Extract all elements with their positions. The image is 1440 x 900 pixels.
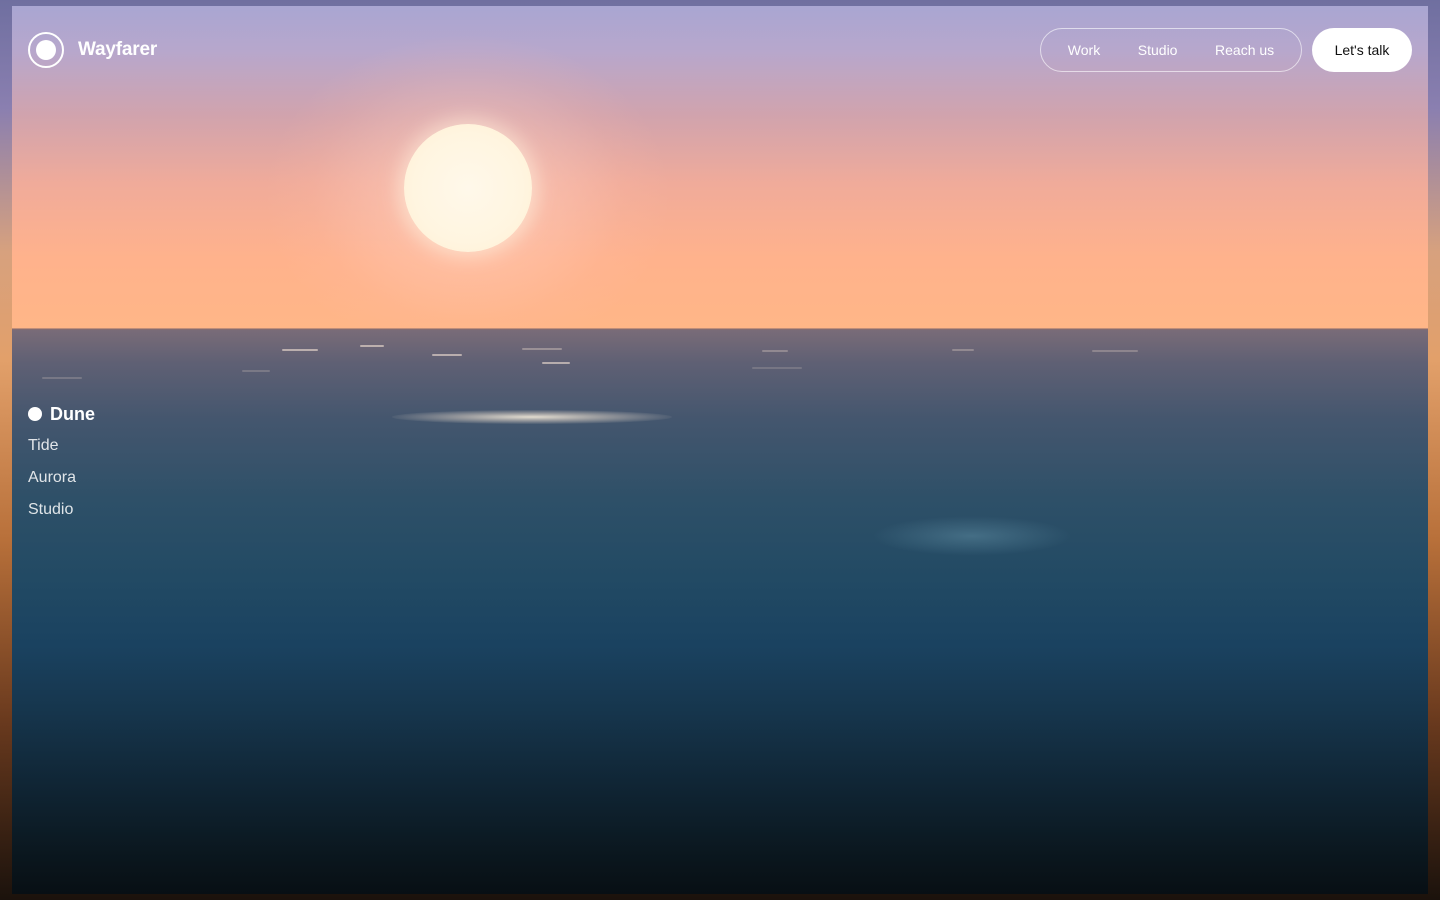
water-sparkle [522,348,562,350]
brand-logo-link[interactable]: Wayfarer [28,32,157,68]
section-item-label: Aurora [28,469,77,486]
nav-link-work[interactable]: Work [1068,42,1100,58]
brand-name: Wayfarer [78,39,158,60]
ocean [12,329,1428,894]
water-sparkle [42,377,82,379]
section-item-label: Tide [28,437,59,454]
ring-dot-logo-icon [28,32,64,68]
section-list: Dune Tide Aurora Studio [28,398,95,526]
water-sparkle [282,349,318,351]
water-sparkle [432,354,462,356]
section-item-studio[interactable]: Studio [28,494,95,526]
hero-frame: Wayfarer Work Studio Reach us Let's talk… [12,6,1428,894]
water-sparkle [1092,350,1138,352]
section-item-label: Dune [50,403,95,424]
active-indicator-dot [28,407,42,421]
section-item-tide[interactable]: Tide [28,430,95,462]
sun-reflection [392,410,672,424]
section-item-dune[interactable]: Dune [28,398,95,430]
horizon-line [12,328,1428,330]
nav-link-reach-us[interactable]: Reach us [1215,42,1274,58]
lets-talk-button[interactable]: Let's talk [1312,28,1412,72]
water-sparkle [360,345,384,347]
water-sparkle [542,362,570,364]
water-sparkle [762,350,788,352]
water-sparkle [752,367,802,369]
section-item-label: Studio [28,501,74,518]
nav-link-studio[interactable]: Studio [1138,42,1178,58]
water-sparkle [952,349,974,351]
section-item-aurora[interactable]: Aurora [28,462,95,494]
water-shimmer [872,516,1072,556]
sun [404,124,532,252]
main-nav: Work Studio Reach us [1040,28,1302,72]
water-sparkle [242,370,270,372]
